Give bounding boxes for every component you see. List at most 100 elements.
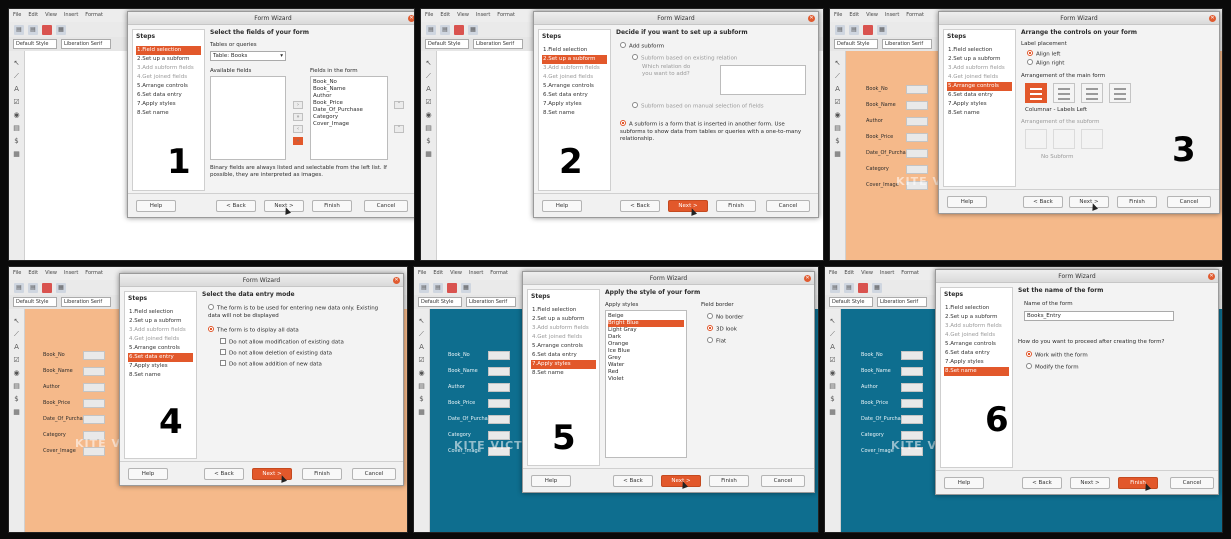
- new-icon[interactable]: ▤: [835, 24, 845, 35]
- listbox-icon[interactable]: ▤: [418, 382, 425, 390]
- export-pdf-icon[interactable]: [863, 24, 873, 35]
- menu-format[interactable]: Format: [85, 270, 103, 280]
- radio-icon[interactable]: ◉: [13, 369, 19, 377]
- flat-option[interactable]: Flat: [707, 337, 726, 345]
- field-input[interactable]: [488, 366, 510, 376]
- field-input[interactable]: [901, 350, 923, 360]
- font-name-combo[interactable]: Liberation Serif: [877, 297, 927, 307]
- step-item[interactable]: 5.Arrange controls: [128, 344, 193, 353]
- finish-button[interactable]: Finish: [716, 200, 756, 212]
- radio-icon[interactable]: ◉: [418, 369, 424, 377]
- field-input[interactable]: [901, 382, 923, 392]
- close-icon[interactable]: ✕: [804, 275, 811, 282]
- step-item[interactable]: 5.Arrange controls: [136, 82, 201, 91]
- step-item[interactable]: 5.Arrange controls: [531, 342, 596, 351]
- step-item[interactable]: 1.Field selection: [128, 308, 193, 317]
- list-item[interactable]: Cover_Image: [313, 121, 385, 128]
- list-item[interactable]: Date_Of_Purchase: [313, 107, 385, 114]
- list-item[interactable]: Category: [313, 114, 385, 121]
- menu-file[interactable]: File: [425, 12, 433, 22]
- list-item[interactable]: Ice Blue: [608, 348, 684, 355]
- help-button[interactable]: Help: [136, 200, 176, 212]
- menu-insert[interactable]: Insert: [885, 12, 899, 22]
- step-item[interactable]: 8.Set name: [944, 367, 1009, 376]
- text-icon[interactable]: A: [426, 85, 431, 93]
- move-down-button[interactable]: ˅: [394, 125, 404, 133]
- text-icon[interactable]: A: [830, 343, 835, 351]
- step-item[interactable]: 2.Set up a subform: [136, 55, 201, 64]
- cancel-button[interactable]: Cancel: [352, 468, 396, 480]
- move-up-button[interactable]: ˄: [394, 101, 404, 109]
- cancel-button[interactable]: Cancel: [364, 200, 408, 212]
- text-icon[interactable]: A: [14, 343, 19, 351]
- list-item[interactable]: Book_No: [313, 79, 385, 86]
- manual-selection-option[interactable]: Subform based on manual selection of fie…: [632, 102, 764, 110]
- table-control-icon[interactable]: ▦: [829, 408, 836, 416]
- step-item[interactable]: 2.Set up a subform: [542, 55, 607, 64]
- finish-button[interactable]: Finish: [709, 475, 749, 487]
- add-field-button[interactable]: ›: [293, 101, 303, 109]
- menu-file[interactable]: File: [834, 12, 842, 22]
- step-item[interactable]: 7.Apply styles: [136, 100, 201, 109]
- finish-button[interactable]: Finish: [1118, 477, 1158, 489]
- no-delete-option[interactable]: Do not allow deletion of existing data: [220, 349, 332, 357]
- new-icon[interactable]: ▤: [426, 24, 436, 35]
- fields-in-form-list[interactable]: Book_No Book_Name Author Book_Price Date…: [310, 76, 388, 160]
- list-item[interactable]: Water: [608, 362, 684, 369]
- help-button[interactable]: Help: [542, 200, 582, 212]
- new-icon[interactable]: ▤: [14, 282, 24, 293]
- columnar-left-arrangement-icon[interactable]: [1025, 83, 1047, 103]
- styles-list[interactable]: Beige Bright Blue Light Gray Dark Orange…: [605, 310, 687, 458]
- pointer-icon[interactable]: ↖: [419, 317, 425, 325]
- menu-format[interactable]: Format: [85, 12, 103, 22]
- menu-view[interactable]: View: [45, 12, 57, 22]
- currency-icon[interactable]: $: [14, 395, 18, 403]
- menu-view[interactable]: View: [457, 12, 469, 22]
- step-item[interactable]: 8.Set name: [128, 371, 193, 380]
- menu-insert[interactable]: Insert: [64, 270, 78, 280]
- menu-edit[interactable]: Edit: [28, 12, 38, 22]
- list-item[interactable]: Grey: [608, 355, 684, 362]
- menu-file[interactable]: File: [418, 270, 426, 280]
- next-button[interactable]: Next >: [1070, 477, 1110, 489]
- menu-file[interactable]: File: [13, 12, 21, 22]
- open-icon[interactable]: ▤: [433, 282, 443, 293]
- list-item[interactable]: Dark: [608, 334, 684, 341]
- radio-icon[interactable]: ◉: [13, 111, 19, 119]
- checkbox-no-delete[interactable]: [220, 349, 226, 355]
- step-item[interactable]: 5.Arrange controls: [542, 82, 607, 91]
- pointer-icon[interactable]: ↖: [835, 59, 841, 67]
- cancel-button[interactable]: Cancel: [761, 475, 805, 487]
- step-item[interactable]: 5.Arrange controls: [944, 340, 1009, 349]
- radio-add-subform[interactable]: [620, 42, 626, 48]
- font-name-combo[interactable]: Liberation Serif: [882, 39, 932, 49]
- step-item[interactable]: 8.Set name: [136, 109, 201, 118]
- currency-icon[interactable]: $: [830, 395, 834, 403]
- menu-file[interactable]: File: [13, 270, 21, 280]
- help-button[interactable]: Help: [128, 468, 168, 480]
- export-pdf-icon[interactable]: [42, 24, 52, 35]
- step-item[interactable]: 7.Apply styles: [542, 100, 607, 109]
- close-icon[interactable]: ✕: [408, 15, 414, 22]
- list-item[interactable]: Book_Price: [313, 100, 385, 107]
- menu-file[interactable]: File: [829, 270, 837, 280]
- currency-icon[interactable]: $: [426, 137, 430, 145]
- step-item[interactable]: 2.Set up a subform: [947, 55, 1012, 64]
- no-add-option[interactable]: Do not allow addition of new data: [220, 360, 322, 368]
- new-data-option[interactable]: The form is to be used for entering new …: [208, 304, 388, 320]
- menu-view[interactable]: View: [861, 270, 873, 280]
- back-button[interactable]: < Back: [620, 200, 660, 212]
- list-item[interactable]: Beige: [608, 313, 684, 320]
- step-item[interactable]: 6.Set data entry: [531, 351, 596, 360]
- menu-edit[interactable]: Edit: [844, 270, 854, 280]
- step-item[interactable]: 6.Set data entry: [944, 349, 1009, 358]
- new-icon[interactable]: ▤: [419, 282, 429, 293]
- step-item[interactable]: 6.Set data entry: [542, 91, 607, 100]
- no-modify-option[interactable]: Do not allow modification of existing da…: [220, 338, 344, 346]
- field-input[interactable]: [83, 366, 105, 376]
- checkbox-icon[interactable]: ☑: [829, 356, 835, 364]
- menu-format[interactable]: Format: [497, 12, 515, 22]
- no-border-option[interactable]: No border: [707, 313, 743, 321]
- paragraph-style-combo[interactable]: Default Style: [425, 39, 469, 49]
- checkbox-icon[interactable]: ☑: [13, 356, 19, 364]
